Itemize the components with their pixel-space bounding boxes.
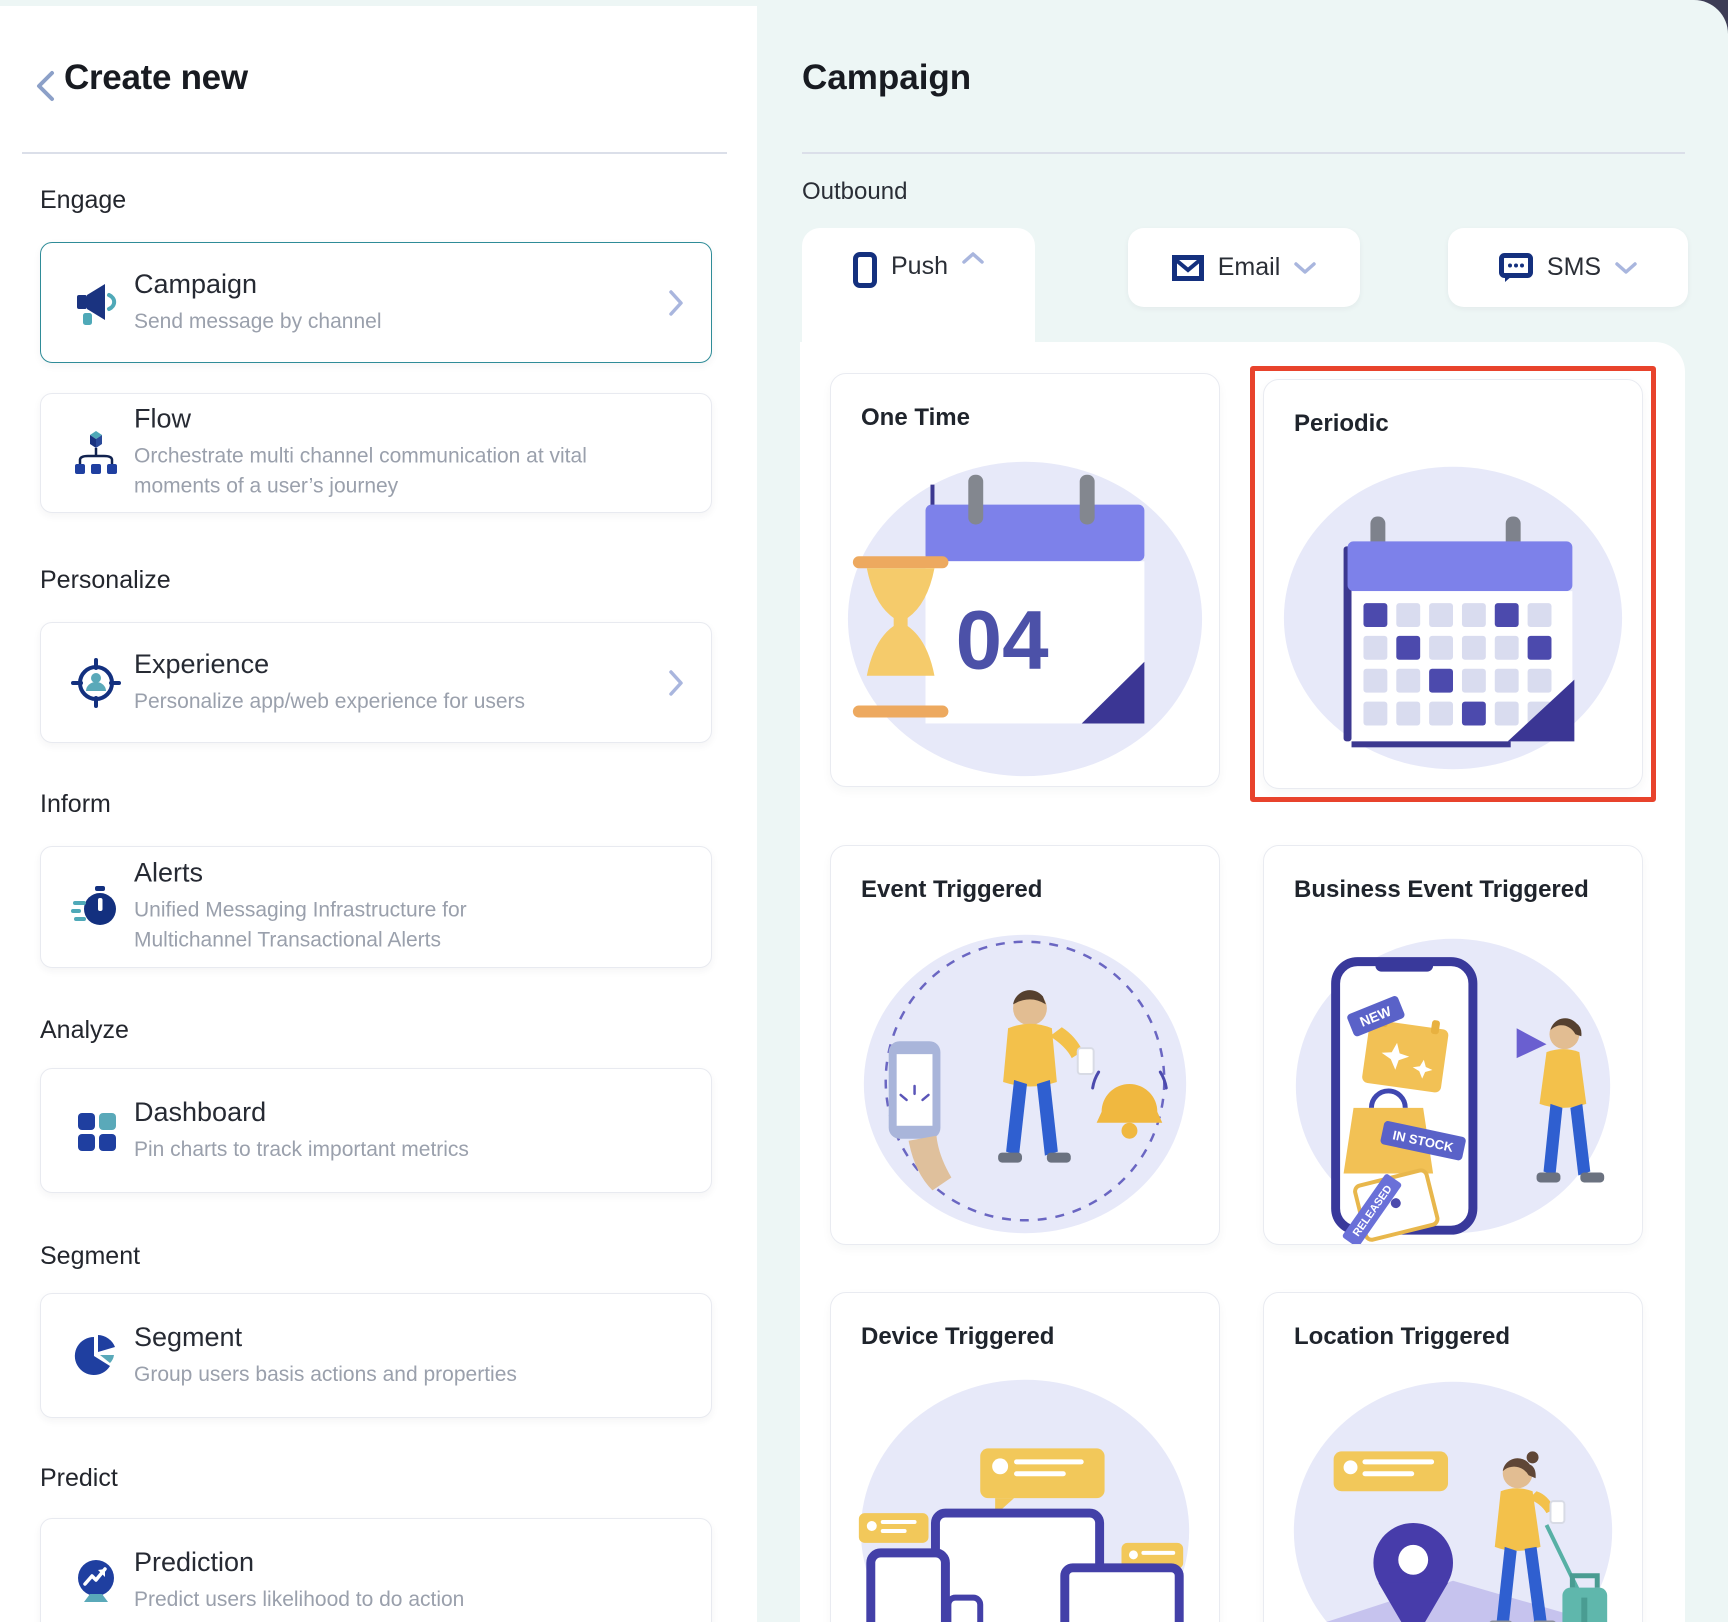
chevron-down-icon — [1294, 261, 1316, 274]
sms-bubble-icon — [1498, 252, 1533, 282]
sidebar-item-dashboard[interactable]: Dashboard Pin charts to track important … — [40, 1068, 712, 1193]
periodic-illustration — [1283, 466, 1623, 770]
right-divider — [802, 152, 1685, 154]
device-triggered-illustration — [858, 1379, 1190, 1622]
campaign-type-one-time[interactable]: One Time 04 — [830, 373, 1220, 787]
tab-sms[interactable]: SMS — [1448, 228, 1688, 307]
campaign-type-location-triggered[interactable]: Location Triggered — [1263, 1292, 1643, 1622]
item-title: Campaign — [134, 268, 258, 299]
experience-target-icon — [71, 657, 121, 708]
sidebar-item-prediction[interactable]: Prediction Predict users likelihood to d… — [40, 1518, 712, 1622]
chevron-down-icon — [1615, 261, 1637, 274]
item-title: Segment — [134, 1321, 243, 1352]
type-title: One Time — [861, 404, 970, 431]
sidebar-item-segment[interactable]: Segment Group users basis actions and pr… — [40, 1293, 712, 1418]
phone-icon — [853, 252, 877, 288]
item-subtitle: Orchestrate multi channel communication … — [134, 444, 587, 498]
item-subtitle: Group users basis actions and properties — [134, 1362, 517, 1386]
crystal-ball-icon — [71, 1556, 121, 1606]
tab-label: Push — [891, 252, 948, 280]
stopwatch-icon — [71, 882, 121, 932]
tab-push[interactable]: Push — [802, 228, 1035, 342]
type-title: Periodic — [1294, 410, 1389, 437]
business-event-illustration: NEW IN STOCK RELEASED — [1295, 938, 1611, 1244]
location-triggered-illustration — [1293, 1381, 1613, 1622]
sidebar-item-campaign[interactable]: Campaign Send message by channel — [40, 242, 712, 363]
create-new-modal: Create new Engage Campaign Send message … — [0, 0, 1728, 1622]
page-title: Create new — [64, 58, 248, 97]
item-subtitle: Unified Messaging Infrastructure for Mul… — [134, 898, 467, 952]
flow-icon — [71, 428, 121, 478]
left-divider — [22, 152, 727, 154]
sidebar-item-alerts[interactable]: Alerts Unified Messaging Infrastructure … — [40, 846, 712, 968]
item-title: Experience — [134, 648, 270, 679]
campaign-type-business-event-triggered[interactable]: Business Event Triggered NEW IN STOCK RE… — [1263, 845, 1643, 1245]
section-label-engage: Engage — [40, 186, 127, 214]
item-title: Alerts — [134, 857, 204, 888]
modal-surface: Create new Engage Campaign Send message … — [0, 0, 1728, 1622]
svg-text:04: 04 — [956, 593, 1049, 687]
item-subtitle: Send message by channel — [134, 309, 382, 333]
item-title: Prediction — [134, 1546, 255, 1577]
chevron-left-icon — [37, 71, 54, 101]
pie-chart-icon — [71, 1331, 121, 1381]
section-label-inform: Inform — [40, 790, 111, 818]
item-subtitle: Pin charts to track important metrics — [134, 1137, 469, 1161]
campaign-type-device-triggered[interactable]: Device Triggered — [830, 1292, 1220, 1622]
back-button[interactable] — [34, 70, 58, 102]
item-title: Dashboard — [134, 1096, 267, 1127]
dashboard-grid-icon — [71, 1106, 121, 1156]
type-title: Event Triggered — [861, 876, 1043, 903]
tab-label: SMS — [1546, 253, 1602, 281]
type-title: Device Triggered — [861, 1323, 1055, 1350]
tab-label: Email — [1217, 253, 1281, 281]
campaign-type-event-triggered[interactable]: Event Triggered — [830, 845, 1220, 1245]
item-title: Flow — [134, 403, 192, 434]
item-subtitle: Personalize app/web experience for users — [134, 689, 526, 713]
megaphone-icon — [71, 278, 121, 328]
outbound-label: Outbound — [802, 178, 908, 205]
item-subtitle: Predict users likelihood to do action — [134, 1587, 465, 1611]
one-time-illustration: 04 — [847, 461, 1203, 777]
chevron-up-icon — [962, 252, 984, 264]
sidebar-item-flow[interactable]: Flow Orchestrate multi channel communica… — [40, 393, 712, 513]
chevron-right-icon — [669, 289, 683, 316]
type-title: Location Triggered — [1294, 1323, 1511, 1350]
event-triggered-illustration — [863, 934, 1187, 1234]
campaign-type-periodic[interactable]: Periodic — [1263, 379, 1643, 789]
panel-title: Campaign — [802, 58, 972, 97]
sidebar-item-experience[interactable]: Experience Personalize app/web experienc… — [40, 622, 712, 743]
type-title: Business Event Triggered — [1294, 876, 1589, 903]
section-label-personalize: Personalize — [40, 566, 171, 594]
section-label-analyze: Analyze — [40, 1016, 129, 1044]
section-label-predict: Predict — [40, 1464, 118, 1492]
tab-email[interactable]: Email — [1128, 228, 1360, 307]
envelope-icon — [1171, 254, 1204, 281]
section-label-segment: Segment — [40, 1242, 141, 1270]
chevron-right-icon — [669, 669, 683, 696]
